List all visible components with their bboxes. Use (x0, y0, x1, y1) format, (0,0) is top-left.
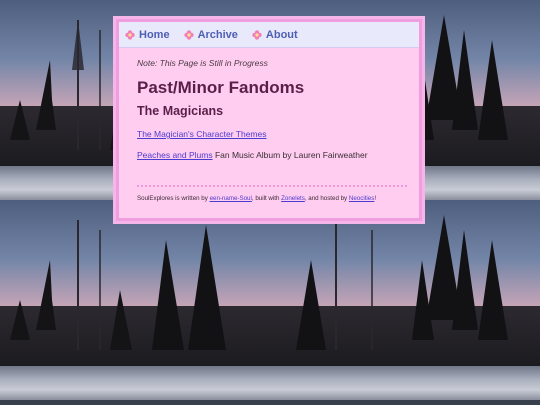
flower-icon (125, 29, 135, 40)
footer-text: , and hosted by (304, 195, 349, 202)
footer-text: , built with (251, 195, 282, 202)
list-item: The Magician's Character Themes (137, 129, 401, 139)
background-tile (136, 200, 404, 400)
dotted-divider (137, 185, 407, 187)
nav-item-home[interactable]: Home (125, 29, 170, 41)
neocities-link[interactable]: Neocities (349, 195, 374, 202)
content-box: Home Archive About Note: This Page is St… (116, 19, 422, 221)
character-themes-link[interactable]: The Magician's Character Themes (137, 129, 267, 139)
nav-label: Archive (197, 28, 238, 41)
main-content: Note: This Page is Still in Progress Pas… (119, 48, 419, 202)
section-title: The Magicians (137, 104, 224, 118)
author-link[interactable]: een-name-Soul (210, 195, 252, 202)
flower-icon (183, 29, 194, 40)
nav-bar: Home Archive About (119, 22, 419, 48)
link-suffix: Fan Music Album by Lauren Fairweather (212, 150, 368, 160)
list-item: Peaches and Plums Fan Music Album by Lau… (137, 150, 401, 160)
peaches-and-plums-link[interactable]: Peaches and Plums (137, 150, 213, 160)
nav-item-archive[interactable]: Archive (183, 28, 238, 41)
background-tile (0, 200, 136, 400)
flower-icon (252, 29, 262, 40)
footer-text: SoulExplores is written by (137, 195, 210, 202)
nav-label: About (265, 28, 298, 41)
background-tile (404, 0, 540, 200)
footer: SoulExplores is written by een-name-Soul… (137, 195, 401, 202)
nav-item-about[interactable]: About (252, 29, 298, 41)
background-tile (404, 200, 540, 400)
page-title: Past/Minor Fandoms (137, 78, 305, 97)
progress-note: Note: This Page is Still in Progress (137, 58, 268, 68)
nav-label: Home (139, 28, 170, 41)
footer-text: ! (374, 195, 377, 202)
zonelets-link[interactable]: Zonelets (281, 195, 305, 202)
